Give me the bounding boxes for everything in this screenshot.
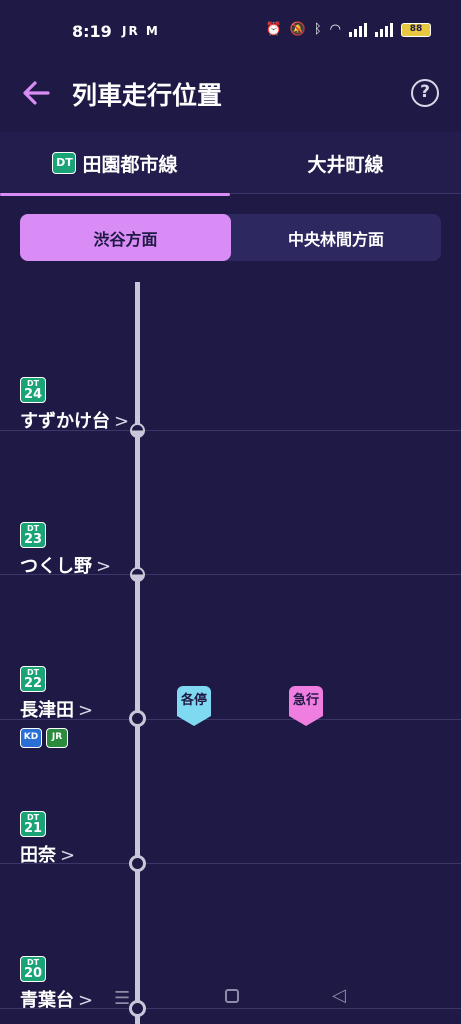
direction-selector: 渋谷方面 中央林間方面 [20, 214, 441, 261]
line-badge-dt: DT [52, 152, 77, 174]
tab-oimachi[interactable]: 大井町線 [230, 132, 461, 194]
track-line [135, 282, 140, 1024]
station-item[interactable]: DT 21 田奈 > [20, 811, 75, 867]
train-marker-express[interactable]: 急行 [289, 686, 323, 726]
station-node [130, 423, 145, 438]
station-node [130, 567, 145, 582]
station-item[interactable]: DT 20 青葉台 > [20, 956, 93, 1012]
train-marker-local[interactable]: 各停 [177, 686, 211, 726]
chevron-right-icon: > [78, 700, 94, 721]
station-number-badge: DT 24 [20, 377, 46, 403]
mute-icon: 🔕 [289, 22, 306, 37]
battery-icon: 88 [401, 22, 431, 37]
help-icon[interactable]: ? [411, 79, 439, 107]
back-arrow-icon[interactable] [22, 80, 50, 106]
station-node [129, 1000, 146, 1017]
transfer-badge-jr: JR [46, 728, 68, 748]
app-bar: 列車走行位置 ? [0, 60, 461, 128]
notification-icons: JR M [122, 24, 160, 38]
station-number-badge: DT 21 [20, 811, 46, 837]
station-node [129, 710, 146, 727]
bluetooth-icon: ᛒ [313, 22, 322, 37]
tab-label: 大井町線 [307, 153, 384, 176]
station-name: 長津田 > [20, 700, 94, 721]
back-triangle-icon[interactable]: ◁ [332, 985, 346, 1006]
signal-icon-2 [375, 22, 393, 37]
station-node [129, 855, 146, 872]
chevron-right-icon: > [96, 556, 112, 577]
page-title: 列車走行位置 [72, 81, 223, 110]
signal-icon [349, 22, 367, 37]
station-number-badge: DT 20 [20, 956, 46, 982]
status-bar: 8:19 JR M ⏰ 🔕 ᛒ ◠ 88 [0, 0, 461, 60]
system-icons: ⏰ 🔕 ᛒ ◠ 88 [265, 22, 431, 37]
station-number-badge: DT 23 [20, 522, 46, 548]
station-name: すずかけ台 > [20, 411, 130, 432]
active-tab-indicator [0, 193, 230, 196]
recent-apps-icon[interactable]: ☰ [114, 988, 130, 1009]
line-tabs: DT 田園都市線 大井町線 [0, 132, 461, 196]
wifi-icon: ◠ [329, 22, 341, 37]
alarm-icon: ⏰ [265, 22, 282, 37]
chevron-right-icon: > [114, 411, 130, 432]
direction-shibuya-button[interactable]: 渋谷方面 [20, 214, 231, 261]
tab-den-en-toshi[interactable]: DT 田園都市線 [0, 132, 230, 196]
tab-label: 田園都市線 [82, 153, 178, 176]
station-item[interactable]: DT 22 長津田 > KD JR [20, 666, 93, 748]
station-name: 田奈 > [20, 845, 76, 866]
station-number-badge: DT 22 [20, 666, 46, 692]
station-name: つくし野 > [20, 556, 112, 577]
train-type-label: 各停 [177, 686, 211, 716]
chevron-right-icon: > [60, 845, 76, 866]
transfer-lines: KD JR [20, 728, 93, 748]
transfer-badge-kd: KD [20, 728, 42, 748]
home-icon[interactable] [225, 989, 239, 1003]
train-type-label: 急行 [289, 686, 323, 716]
train-position-map[interactable]: DT 24 すずかけ台 > DT 23 つくし野 > DT 22 長津田 > KD JR D… [0, 282, 461, 1024]
status-time: 8:19 [72, 22, 112, 41]
station-name: 青葉台 > [20, 990, 94, 1011]
chevron-right-icon: > [78, 990, 94, 1011]
station-item[interactable]: DT 23 つくし野 > [20, 522, 111, 578]
direction-chuo-rinkan-button[interactable]: 中央林間方面 [231, 214, 441, 261]
station-item[interactable]: DT 24 すずかけ台 > [20, 377, 129, 433]
